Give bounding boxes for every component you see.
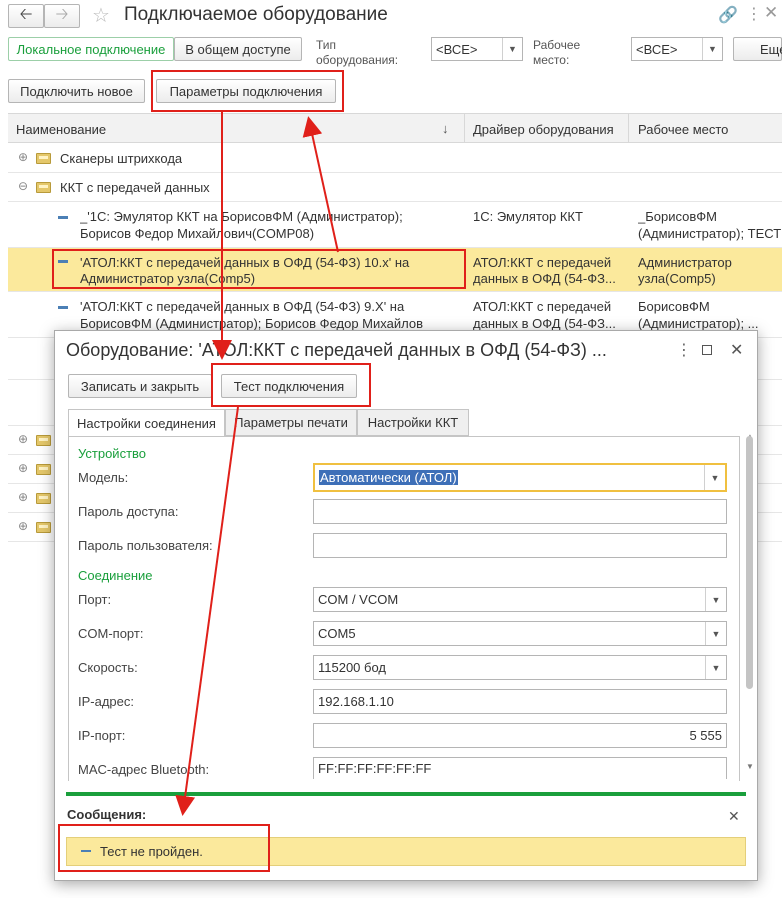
arrow-test-to-message: [175, 406, 239, 816]
arrow-row-to-params: [302, 116, 339, 253]
annotation-arrows: [175, 112, 339, 816]
